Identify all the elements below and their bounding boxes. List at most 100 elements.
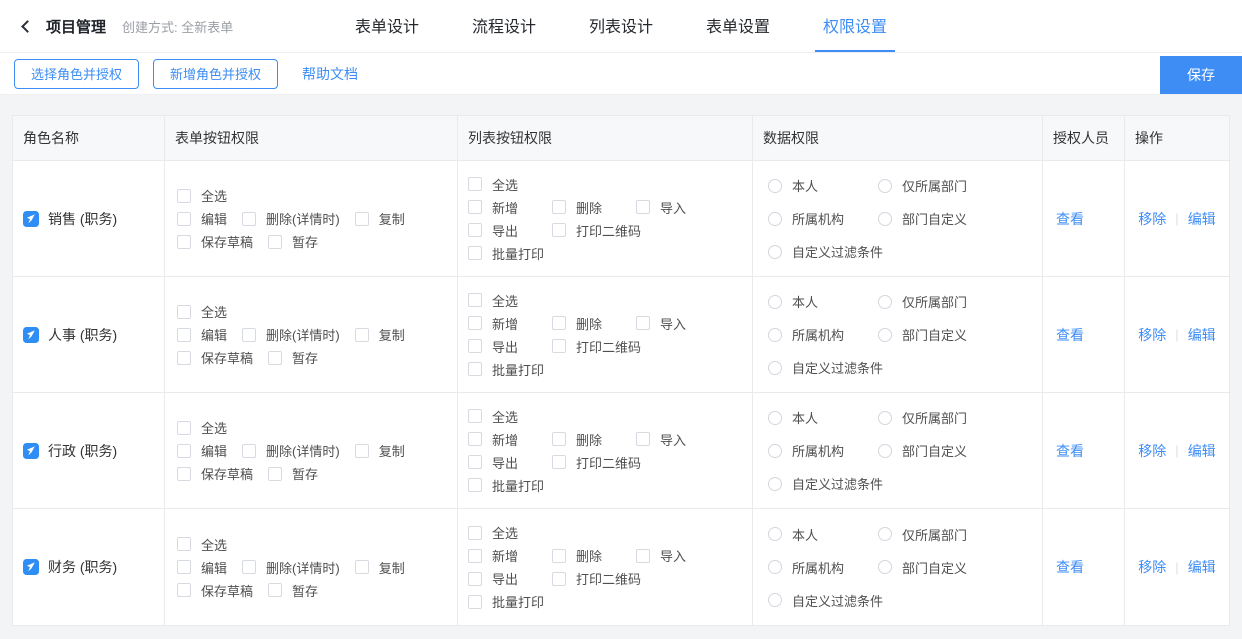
list-permissions-cell: 全选 新增 删除 导入 导出 打印二维码 批量打印 — [458, 277, 753, 392]
select-role-authorize-button[interactable]: 选择角色并授权 — [14, 58, 140, 89]
permission-radio[interactable] — [878, 211, 892, 226]
permission-checkbox[interactable] — [468, 223, 482, 237]
permission-checkbox[interactable] — [177, 537, 191, 551]
permission-checkbox[interactable] — [468, 571, 482, 586]
permission-checkbox[interactable] — [177, 327, 191, 342]
permission-label: 仅所属部门 — [902, 179, 968, 194]
edit-link[interactable]: 编辑 — [1188, 209, 1216, 229]
permission-checkbox[interactable] — [468, 316, 482, 330]
permission-checkbox[interactable] — [552, 432, 566, 446]
permission-checkbox[interactable] — [552, 316, 566, 330]
remove-link[interactable]: 移除 — [1138, 557, 1166, 577]
permission-checkbox[interactable] — [242, 211, 257, 226]
permission-checkbox[interactable] — [177, 234, 191, 249]
tab-4[interactable]: 表单设置 — [698, 0, 778, 52]
permission-radio[interactable] — [878, 327, 892, 342]
permission-checkbox[interactable] — [468, 246, 482, 260]
permission-checkbox[interactable] — [354, 327, 369, 342]
permission-checkbox[interactable] — [177, 443, 191, 458]
edit-link[interactable]: 编辑 — [1188, 441, 1216, 461]
permission-radio[interactable] — [878, 294, 892, 309]
permission-label: 编辑 — [201, 328, 228, 343]
view-link[interactable]: 查看 — [1056, 209, 1084, 229]
permission-radio[interactable] — [878, 443, 892, 458]
permission-checkbox[interactable] — [242, 560, 257, 574]
remove-link[interactable]: 移除 — [1138, 325, 1166, 345]
permission-checkbox[interactable] — [468, 525, 482, 540]
permission-checkbox[interactable] — [177, 420, 191, 435]
permission-checkbox[interactable] — [468, 339, 482, 353]
permission-checkbox[interactable] — [636, 432, 650, 446]
permission-checkbox[interactable] — [268, 466, 283, 481]
permission-label: 编辑 — [201, 444, 228, 459]
permission-checkbox[interactable] — [242, 327, 257, 342]
permission-checkbox[interactable] — [354, 560, 369, 574]
permission-checkbox[interactable] — [552, 223, 566, 237]
permission-checkbox[interactable] — [177, 350, 191, 365]
tab-2[interactable]: 流程设计 — [464, 0, 544, 52]
permission-radio[interactable] — [768, 593, 782, 607]
permission-checkbox[interactable] — [177, 211, 191, 226]
permission-checkbox[interactable] — [552, 571, 566, 586]
permission-checkbox[interactable] — [468, 455, 482, 469]
permission-checkbox[interactable] — [177, 304, 191, 319]
permission-checkbox[interactable] — [177, 560, 191, 574]
back-button[interactable] — [16, 17, 34, 35]
permission-checkbox[interactable] — [242, 443, 257, 458]
permission-checkbox[interactable] — [552, 455, 566, 469]
view-link[interactable]: 查看 — [1056, 441, 1084, 461]
permission-checkbox[interactable] — [636, 316, 650, 330]
permission-radio[interactable] — [768, 410, 782, 425]
permission-checkbox[interactable] — [268, 234, 283, 249]
tab-5[interactable]: 权限设置 — [815, 0, 896, 52]
permission-radio[interactable] — [768, 476, 782, 491]
permission-checkbox[interactable] — [468, 548, 482, 563]
permission-checkbox[interactable] — [552, 339, 566, 353]
edit-link[interactable]: 编辑 — [1188, 557, 1216, 577]
permission-checkbox[interactable] — [468, 409, 482, 423]
permission-checkbox[interactable] — [354, 211, 369, 226]
permission-checkbox[interactable] — [177, 188, 191, 203]
permission-radio[interactable] — [768, 560, 782, 574]
tab-1[interactable]: 表单设计 — [347, 0, 427, 52]
permission-radio[interactable] — [878, 410, 892, 425]
permission-radio[interactable] — [768, 360, 782, 375]
permission-checkbox[interactable] — [354, 443, 369, 458]
permission-radio[interactable] — [768, 244, 782, 259]
permission-radio[interactable] — [768, 294, 782, 309]
permission-checkbox[interactable] — [468, 432, 482, 446]
permission-radio[interactable] — [878, 560, 892, 574]
permission-checkbox[interactable] — [552, 200, 566, 214]
remove-link[interactable]: 移除 — [1138, 441, 1166, 461]
tab-3[interactable]: 列表设计 — [581, 0, 661, 52]
permission-radio[interactable] — [768, 211, 782, 226]
edit-link[interactable]: 编辑 — [1188, 325, 1216, 345]
permission-radio[interactable] — [878, 527, 892, 541]
permission-checkbox[interactable] — [468, 200, 482, 214]
add-role-authorize-button[interactable]: 新增角色并授权 — [153, 58, 279, 89]
permission-checkbox[interactable] — [468, 293, 482, 307]
permission-checkbox[interactable] — [468, 362, 482, 376]
role-name: 人事 (职务) — [48, 326, 118, 343]
save-button[interactable]: 保存 — [1160, 56, 1242, 94]
permission-checkbox[interactable] — [468, 177, 482, 191]
permission-radio[interactable] — [878, 178, 892, 193]
permission-radio[interactable] — [768, 527, 782, 541]
column-header: 授权人员 — [1043, 116, 1125, 160]
permission-checkbox[interactable] — [552, 548, 566, 563]
permission-checkbox[interactable] — [268, 583, 283, 597]
permission-radio[interactable] — [768, 178, 782, 193]
view-link[interactable]: 查看 — [1056, 325, 1084, 345]
permission-checkbox[interactable] — [177, 583, 191, 597]
permission-radio[interactable] — [768, 327, 782, 342]
permission-radio[interactable] — [768, 443, 782, 458]
permission-checkbox[interactable] — [268, 350, 283, 365]
remove-link[interactable]: 移除 — [1138, 209, 1166, 229]
permission-checkbox[interactable] — [636, 548, 650, 563]
permission-checkbox[interactable] — [468, 594, 482, 609]
permission-checkbox[interactable] — [468, 478, 482, 492]
permission-checkbox[interactable] — [636, 200, 650, 214]
view-link[interactable]: 查看 — [1056, 557, 1084, 577]
help-docs-link[interactable]: 帮助文档 — [302, 64, 358, 84]
permission-checkbox[interactable] — [177, 466, 191, 481]
